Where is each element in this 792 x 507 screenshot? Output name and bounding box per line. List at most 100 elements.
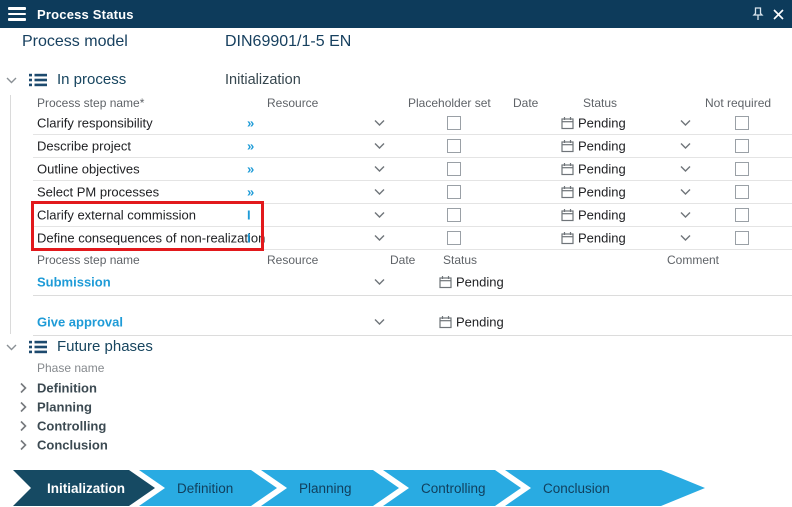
list-icon [29,73,47,87]
table-row: Submission Pending [33,268,792,296]
process-step-name: Outline objectives [37,161,140,176]
phase-arrow-conclusion[interactable]: Conclusion [505,470,705,506]
collapse-chevron-icon[interactable] [6,344,17,351]
calendar-icon[interactable] [561,162,574,175]
group-guide-line [10,95,11,334]
process-status-window: Process Status Process model DIN69901/1-… [0,0,792,507]
not-required-checkbox[interactable] [735,161,749,176]
resource-link[interactable]: » [247,184,254,199]
chevron-down-icon[interactable] [680,142,691,149]
window-title: Process Status [37,6,134,22]
calendar-icon[interactable] [439,275,452,288]
chevron-right-icon[interactable] [20,439,27,450]
chevron-right-icon[interactable] [20,401,27,412]
placeholder-checkbox[interactable] [447,230,461,245]
table-row: Give approval Pending [33,308,792,336]
chevron-down-icon[interactable] [680,211,691,218]
placeholder-checkbox[interactable] [447,115,461,130]
placeholder-checkbox[interactable] [447,138,461,153]
status-value: Pending [578,230,626,245]
pin-icon[interactable] [752,7,764,21]
process-step-name: Describe project [37,138,131,153]
chevron-down-icon[interactable] [374,211,385,218]
phase-arrow-definition[interactable]: Definition [139,470,277,506]
section-title-future-phases: Future phases [57,338,153,355]
not-required-checkbox[interactable] [735,207,749,222]
column-header: Process step name [37,253,140,267]
process-step-name: Clarify external commission [37,207,196,222]
column-header: Status [443,253,478,267]
status-value: Pending [578,115,626,130]
phase-arrow-planning[interactable]: Planning [261,470,399,506]
column-header: Resource [267,253,319,267]
collapse-chevron-icon[interactable] [6,77,17,84]
process-step-name: Clarify responsibility [37,115,153,130]
calendar-icon[interactable] [561,116,574,129]
not-required-checkbox[interactable] [735,138,749,153]
phase-name[interactable]: Planning [37,399,92,414]
placeholder-checkbox[interactable] [447,207,461,222]
phase-name[interactable]: Conclusion [37,437,108,452]
chevron-down-icon[interactable] [374,278,385,285]
resource-link[interactable]: » [247,138,254,153]
column-header: Date [390,253,416,267]
column-header: Status [583,96,618,110]
process-model-label: Process model [22,33,128,50]
resource-link[interactable]: I [247,230,251,245]
calendar-icon[interactable] [561,208,574,221]
chevron-down-icon[interactable] [374,119,385,126]
calendar-icon[interactable] [561,231,574,244]
chevron-down-icon[interactable] [680,119,691,126]
table-row: Define consequences of non-realization I… [33,226,792,250]
resource-link[interactable]: » [247,115,254,130]
phase-row: Controlling [0,416,400,435]
phase-name[interactable]: Definition [37,380,97,395]
table-row: Outline objectives » Pending [33,157,792,181]
titlebar: Process Status [0,0,792,28]
resource-link[interactable]: » [247,161,254,176]
placeholder-checkbox[interactable] [447,161,461,176]
phase-name[interactable]: Controlling [37,418,106,433]
chevron-down-icon[interactable] [680,234,691,241]
table-row: Select PM processes » Pending [33,180,792,204]
close-icon[interactable] [773,8,784,20]
column-header: Comment [667,253,720,267]
menu-icon[interactable] [8,7,26,21]
status-value: Pending [578,161,626,176]
chevron-right-icon[interactable] [20,420,27,431]
status-value: Pending [578,207,626,222]
current-phase-label: Initialization [225,72,301,88]
status-value: Pending [456,314,504,329]
not-required-checkbox[interactable] [735,184,749,199]
calendar-icon[interactable] [561,139,574,152]
calendar-icon[interactable] [439,315,452,328]
phase-progress-bar: Initialization Definition Planning Contr… [0,470,792,506]
column-header: Not required [705,96,772,110]
chevron-down-icon[interactable] [680,165,691,172]
submission-link[interactable]: Submission [37,274,111,289]
process-model-value[interactable]: DIN69901/1-5 EN [225,33,351,51]
section-title-in-process: In process [57,71,127,88]
chevron-right-icon[interactable] [20,382,27,393]
phase-row: Planning [0,397,400,416]
not-required-checkbox[interactable] [735,115,749,130]
chevron-down-icon[interactable] [374,318,385,325]
calendar-icon[interactable] [561,185,574,198]
chevron-down-icon[interactable] [374,234,385,241]
chevron-down-icon[interactable] [680,188,691,195]
placeholder-checkbox[interactable] [447,184,461,199]
chevron-down-icon[interactable] [374,188,385,195]
phase-arrow-controlling[interactable]: Controlling [383,470,521,506]
chevron-down-icon[interactable] [374,142,385,149]
status-value: Pending [456,274,504,289]
chevron-down-icon[interactable] [374,165,385,172]
phase-row: Definition [0,378,400,397]
column-header: Resource [267,96,319,110]
table-row: Clarify responsibility » Pending [33,111,792,135]
resource-link[interactable]: I [247,207,251,222]
column-header: Process step name* [37,96,145,110]
not-required-checkbox[interactable] [735,230,749,245]
phase-row: Conclusion [0,435,400,454]
give-approval-link[interactable]: Give approval [37,314,123,329]
column-header: Date [513,96,539,110]
